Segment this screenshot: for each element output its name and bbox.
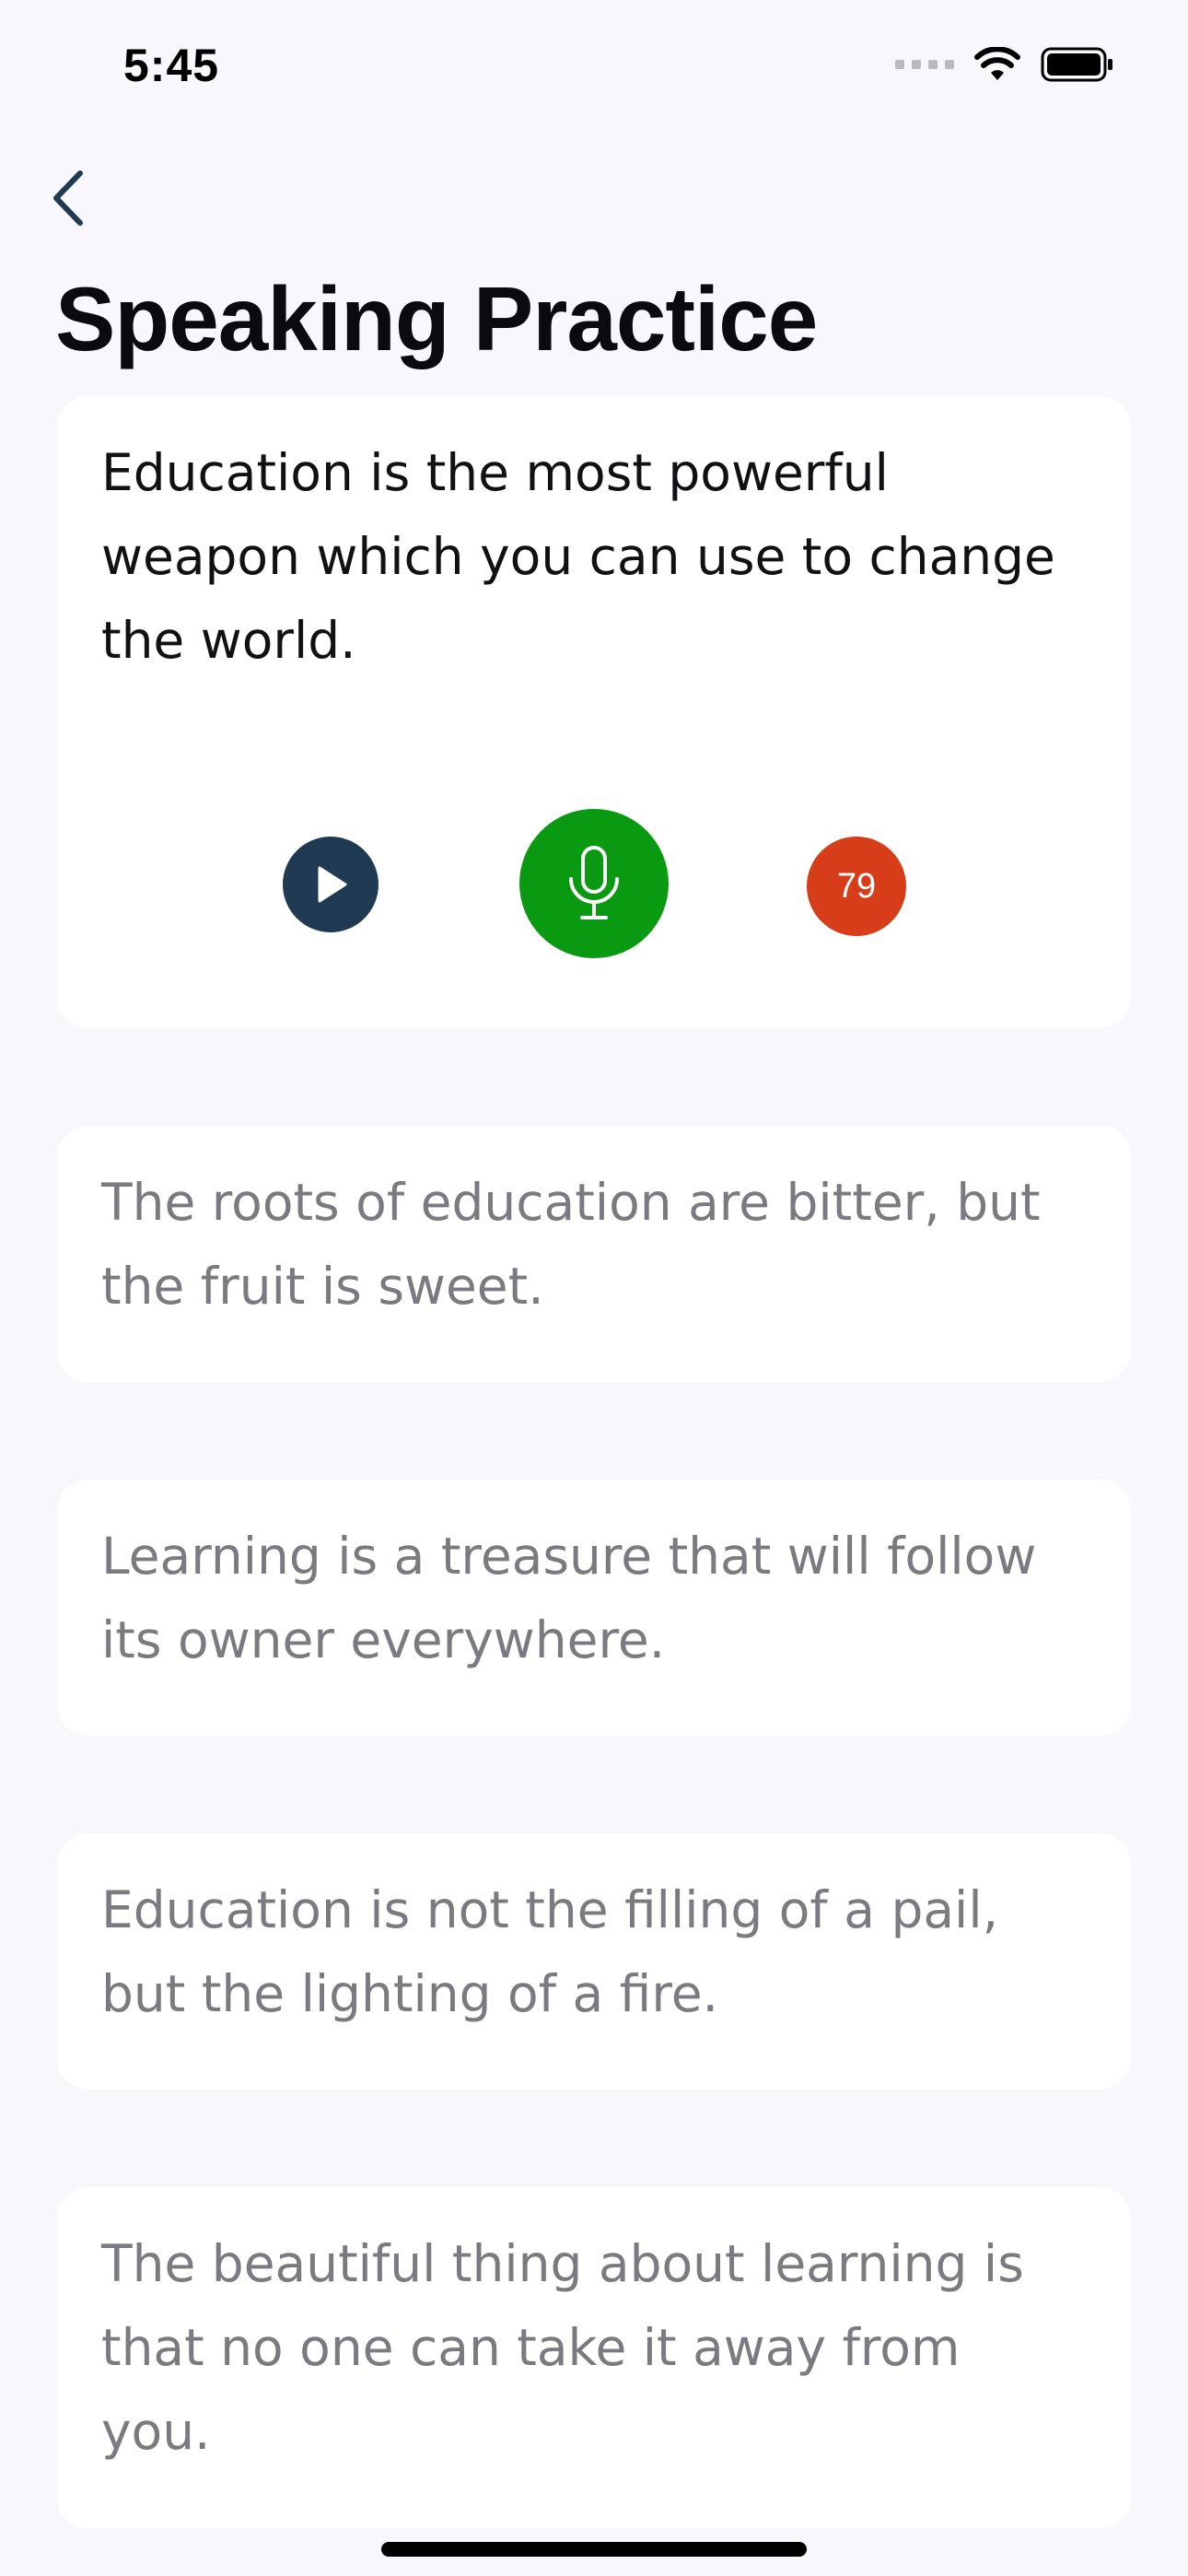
status-icons bbox=[895, 46, 1114, 83]
sentence-text: Education is the most powerful weapon wh… bbox=[101, 443, 1055, 670]
score-badge: 79 bbox=[807, 837, 906, 936]
status-time: 5:45 bbox=[123, 40, 220, 91]
sentence-card[interactable]: Learning is a treasure that will follow … bbox=[57, 1480, 1131, 1736]
practice-controls: 79 bbox=[57, 809, 1131, 960]
sentence-card[interactable]: The beautiful thing about learning is th… bbox=[57, 2187, 1131, 2528]
status-bar: 5:45 bbox=[0, 0, 1188, 138]
wifi-icon bbox=[974, 47, 1020, 80]
play-button[interactable] bbox=[283, 837, 379, 932]
battery-icon bbox=[1041, 47, 1112, 82]
record-button[interactable] bbox=[519, 809, 669, 958]
home-indicator bbox=[381, 2542, 807, 2557]
back-button[interactable] bbox=[28, 157, 111, 240]
chevron-left-icon bbox=[53, 170, 83, 226]
cellular-signal-icon bbox=[895, 60, 954, 69]
page-title: Speaking Practice bbox=[55, 268, 818, 369]
active-sentence-card[interactable]: Education is the most powerful weapon wh… bbox=[57, 396, 1131, 1028]
sentence-text: Education is not the filling of a pail, … bbox=[101, 1880, 999, 2023]
sentence-text: Learning is a treasure that will follow … bbox=[101, 1527, 1037, 1669]
sentence-card[interactable]: The roots of education are bitter, but t… bbox=[57, 1126, 1131, 1382]
sentence-text: The beautiful thing about learning is th… bbox=[101, 2234, 1024, 2461]
sentence-card[interactable]: Education is not the filling of a pail, … bbox=[57, 1833, 1131, 2090]
microphone-icon bbox=[569, 846, 619, 919]
play-icon bbox=[318, 866, 347, 903]
sentence-text: The roots of education are bitter, but t… bbox=[101, 1173, 1041, 1316]
